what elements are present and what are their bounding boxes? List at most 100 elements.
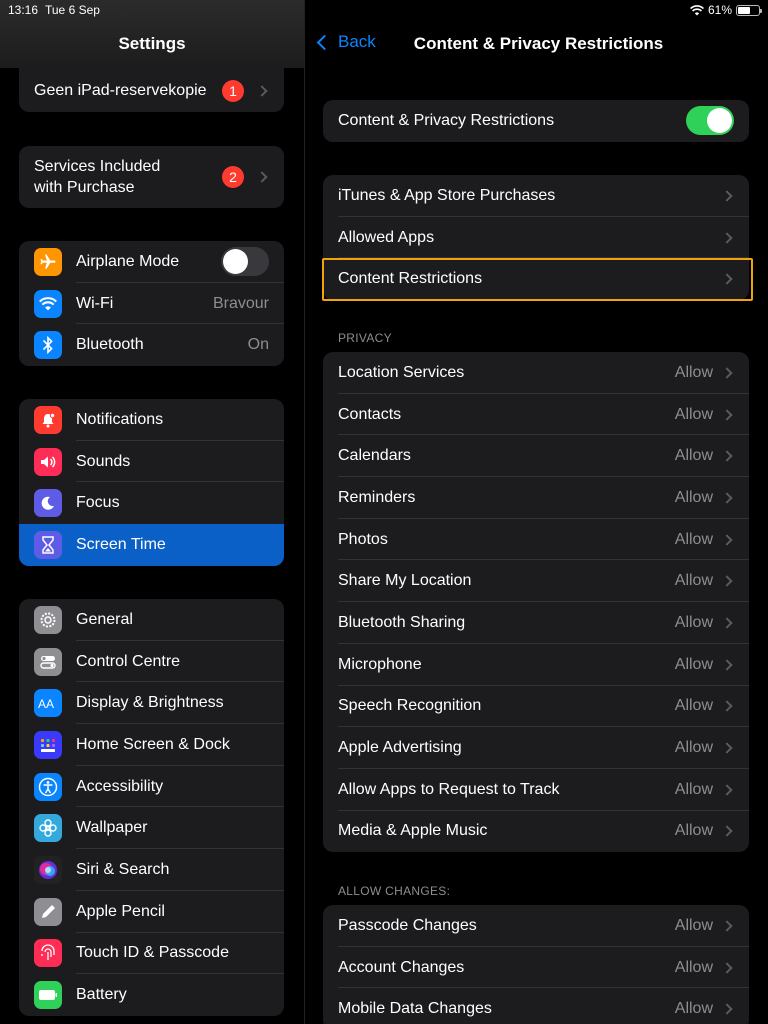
reminders-row[interactable]: Reminders Allow [323,477,749,519]
backup-label: Geen iPad-reservekopie [34,82,207,99]
row-value: Allow [674,363,713,381]
row-value: Allow [674,530,713,548]
chevron-right-icon [721,273,733,285]
status-bar: 13:16 Tue 6 Sep 61% [0,0,768,20]
row-label: Content Restrictions [338,270,483,288]
fingerprint-icon [34,939,62,968]
sidebar-item-airplane-mode[interactable]: Airplane Mode [19,241,284,283]
accessibility-icon [34,772,62,801]
navigation-bar: Back Content & Privacy Restrictions [305,30,768,58]
sidebar-title: Settings [118,34,186,53]
sidebar-item-touch-id[interactable]: Touch ID & Passcode [19,933,284,975]
sidebar-item-control-centre[interactable]: Control Centre [19,641,284,683]
sidebar-item-screen-time[interactable]: Screen Time [19,524,284,566]
location-services-row[interactable]: Location Services Allow [323,352,749,394]
sidebar-item-siri[interactable]: Siri & Search [19,849,284,891]
sidebar-item-sounds[interactable]: Sounds [19,441,284,483]
chevron-right-icon [721,408,733,421]
services-row[interactable]: Services Included with Purchase 2 [19,146,284,208]
sidebar-item-label: Touch ID & Passcode [76,944,229,962]
row-label: Contacts [338,405,402,423]
chevron-right-icon [256,85,268,97]
photos-row[interactable]: Photos Allow [323,519,749,561]
media-and-apple-music-row[interactable]: Media & Apple Music Allow [323,811,749,853]
row-label: Photos [338,530,388,548]
mobile-data-changes-row[interactable]: Mobile Data Changes Allow [323,988,749,1024]
row-value: Allow [674,697,713,715]
sidebar-item-label: Airplane Mode [76,252,180,270]
hourglass-icon [34,530,62,559]
row-value: Allow [674,405,713,423]
row-label: Mobile Data Changes [338,1000,492,1018]
sidebar-item-general[interactable]: General [19,599,284,641]
row-value: Allow [674,958,713,976]
speech-recognition-row[interactable]: Speech Recognition Allow [323,686,749,728]
pencil-icon [34,897,62,926]
calendars-row[interactable]: Calendars Allow [323,435,749,478]
row-label: iTunes & App Store Purchases [338,186,556,204]
row-label: Reminders [338,488,416,506]
row-label: Calendars [338,447,411,465]
account-changes-row[interactable]: Account Changes Allow [323,947,749,989]
allowed-apps-row[interactable]: Allowed Apps [323,217,749,259]
toggle-row-label: Content & Privacy Restrictions [338,111,555,129]
sidebar-item-label: Battery [76,986,127,1004]
row-label: Share My Location [338,572,472,590]
page-title: Content & Privacy Restrictions [413,34,664,53]
chevron-right-icon [721,825,733,838]
row-value: Allow [674,739,713,757]
content-privacy-toggle[interactable] [686,106,734,136]
chevron-right-icon [721,367,733,379]
chevron-right-icon [721,961,733,974]
row-value: Allow [674,916,713,934]
focus-icon [34,489,62,518]
privacy-group: Location Services Allow Contacts Allow Calen… [323,352,749,853]
share-my-location-row[interactable]: Share My Location Allow [323,560,749,603]
chevron-right-icon [721,920,733,932]
settings-sidebar: Settings Geen iPad-reservekopie 1 Servic… [0,0,304,1024]
sidebar-item-label: Bluetooth [76,336,144,354]
row-value: Allow [674,1000,713,1018]
control-centre-icon [34,647,62,676]
passcode-changes-row[interactable]: Passcode Changes Allow [323,905,749,947]
sidebar-item-label: Apple Pencil [76,902,165,920]
sidebar-item-label: Control Centre [76,652,181,670]
contacts-row[interactable]: Contacts Allow [323,394,749,436]
sidebar-item-wifi[interactable]: Wi-Fi Bravour [19,283,284,325]
sidebar-item-notifications[interactable]: Notifications [19,399,284,441]
itunes-purchases-row[interactable]: iTunes & App Store Purchases [323,175,749,217]
detail-pane: Back Content & Privacy Restrictions Cont… [305,0,768,1024]
row-value: Allow [674,780,713,798]
row-label: Speech Recognition [338,697,482,715]
sidebar-item-accessibility[interactable]: Accessibility [19,766,284,808]
sidebar-item-home-screen[interactable]: Home Screen & Dock [19,724,284,766]
content-privacy-toggle-row: Content & Privacy Restrictions [323,100,749,142]
sidebar-item-wallpaper[interactable]: Wallpaper [19,807,284,850]
sidebar-item-label: Home Screen & Dock [76,735,230,753]
sidebar-item-bluetooth[interactable]: Bluetooth On [19,324,284,366]
chevron-right-icon [721,533,733,546]
row-label: Apple Advertising [338,739,462,757]
chevron-right-icon [721,1003,733,1015]
airplane-mode-toggle[interactable] [221,247,269,277]
sidebar-item-apple-pencil[interactable]: Apple Pencil [19,891,284,933]
toggle-knob [223,249,248,275]
allow-apps-to-request-to-track-row[interactable]: Allow Apps to Request to Track Allow [323,769,749,811]
chevron-right-icon [721,658,733,671]
sidebar-item-focus[interactable]: Focus [19,482,284,524]
content-restrictions-row[interactable]: Content Restrictions [323,258,749,300]
apple-advertising-row[interactable]: Apple Advertising Allow [323,727,749,769]
sidebar-item-battery[interactable]: Battery [19,974,284,1016]
bluetooth-sharing-row[interactable]: Bluetooth Sharing Allow [323,602,749,644]
sidebar-item-label: Accessibility [76,777,164,795]
microphone-row[interactable]: Microphone Allow [323,644,749,686]
battery-indicator [736,4,762,16]
row-label: Location Services [338,363,465,381]
allow-changes-group: Passcode Changes Allow Account Changes Allo… [323,905,749,1024]
sidebar-item-label: Notifications [76,410,164,428]
sidebar-item-display[interactable]: AA Display & Brightness [19,682,284,725]
sidebar-item-label: Siri & Search [76,860,170,878]
notifications-group: Notifications Sounds Focus Screen Time [19,399,284,566]
row-label: Passcode Changes [338,916,477,934]
battery-fill [738,6,751,14]
